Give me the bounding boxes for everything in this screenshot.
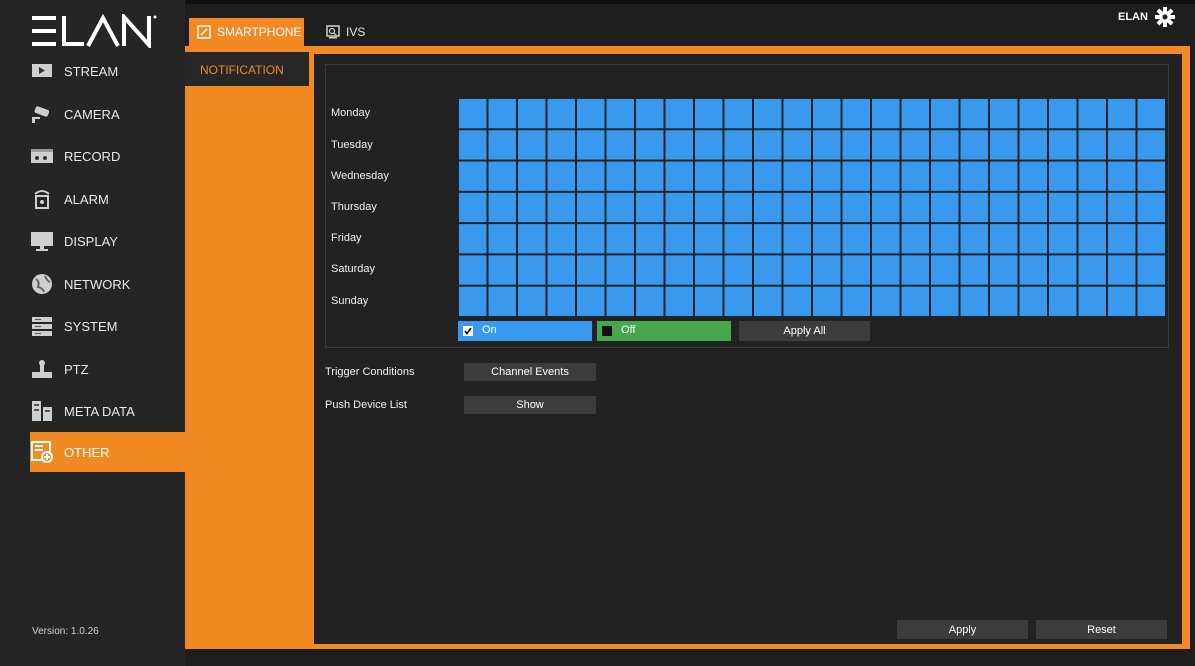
sidebar-item-label: CAMERA — [64, 106, 120, 122]
network-icon — [30, 274, 54, 294]
apply-all-button[interactable]: Apply All — [739, 321, 870, 341]
tab-smartphone[interactable]: SMARTPHONE — [189, 18, 304, 46]
ptz-icon — [30, 359, 54, 379]
sidebar-item-label: NETWORK — [64, 276, 131, 292]
smartphone-icon — [197, 25, 211, 39]
day-label: Tuesday — [331, 139, 373, 151]
record-icon — [30, 146, 54, 166]
channel-events-button[interactable]: Channel Events — [464, 363, 596, 381]
tab-label: IVS — [346, 25, 366, 39]
other-icon — [30, 441, 54, 463]
reset-button[interactable]: Reset — [1036, 620, 1167, 639]
system-icon — [30, 316, 54, 336]
display-icon — [30, 231, 54, 251]
sidebar-item-label: OTHER — [64, 444, 110, 460]
sidebar-item-stream[interactable]: STREAM — [30, 52, 185, 90]
sidebar-item-other[interactable]: OTHER — [30, 432, 185, 472]
subnav-item-notification[interactable]: NOTIFICATION — [200, 63, 284, 77]
apply-button[interactable]: Apply — [897, 620, 1028, 639]
sidebar-item-record[interactable]: RECORD — [30, 137, 185, 175]
gear-icon[interactable] — [1155, 7, 1175, 27]
ivs-icon — [326, 25, 340, 39]
sidebar-item-label: RECORD — [64, 148, 121, 164]
legend-off-button[interactable]: Off — [597, 321, 731, 341]
legend-on-label: On — [482, 324, 497, 336]
alarm-icon — [30, 189, 54, 209]
sidebar-item-label: META DATA — [64, 403, 135, 419]
sidebar-item-display[interactable]: DISPLAY — [30, 222, 185, 260]
sidebar-item-ptz[interactable]: PTZ — [30, 350, 185, 388]
sidebar-item-system[interactable]: SYSTEM — [30, 307, 185, 345]
day-label: Saturday — [331, 263, 376, 275]
sidebar-item-label: PTZ — [64, 361, 89, 377]
elan-logo — [32, 14, 157, 48]
day-label: Monday — [331, 107, 371, 119]
day-label: Thursday — [331, 201, 377, 213]
sidebar-item-label: DISPLAY — [64, 233, 118, 249]
checkbox-unchecked-icon — [602, 326, 612, 336]
tab-label: SMARTPHONE — [217, 25, 302, 39]
sidebar-item-network[interactable]: NETWORK — [30, 265, 185, 303]
show-devices-button[interactable]: Show — [464, 396, 596, 414]
sidebar-item-meta-data[interactable]: META DATA — [30, 392, 185, 430]
sidebar-item-alarm[interactable]: ALARM — [30, 180, 185, 218]
day-label: Friday — [331, 232, 362, 244]
day-label: Sunday — [331, 295, 369, 307]
tab-ivs[interactable]: IVS — [318, 18, 378, 46]
legend-off-label: Off — [621, 324, 636, 336]
stream-icon — [30, 61, 54, 81]
meta-data-icon — [30, 401, 54, 421]
version-label: Version: 1.0.26 — [32, 626, 99, 637]
sidebar-item-label: SYSTEM — [64, 318, 118, 334]
schedule-grid[interactable] — [458, 98, 1166, 317]
camera-icon — [30, 104, 54, 124]
trigger-conditions-label: Trigger Conditions — [325, 366, 415, 378]
legend-on-button[interactable]: On — [458, 321, 592, 341]
sidebar: STREAM CAMERA RECORD ALARM DISPLAY NETWO… — [0, 0, 185, 666]
sidebar-item-camera[interactable]: CAMERA — [30, 95, 185, 133]
push-device-list-label: Push Device List — [325, 399, 407, 411]
user-name: ELAN — [1118, 11, 1148, 23]
day-label: Wednesday — [331, 170, 389, 182]
sidebar-item-label: STREAM — [64, 63, 119, 79]
sidebar-item-label: ALARM — [64, 191, 109, 207]
checkbox-checked-icon — [463, 326, 473, 336]
